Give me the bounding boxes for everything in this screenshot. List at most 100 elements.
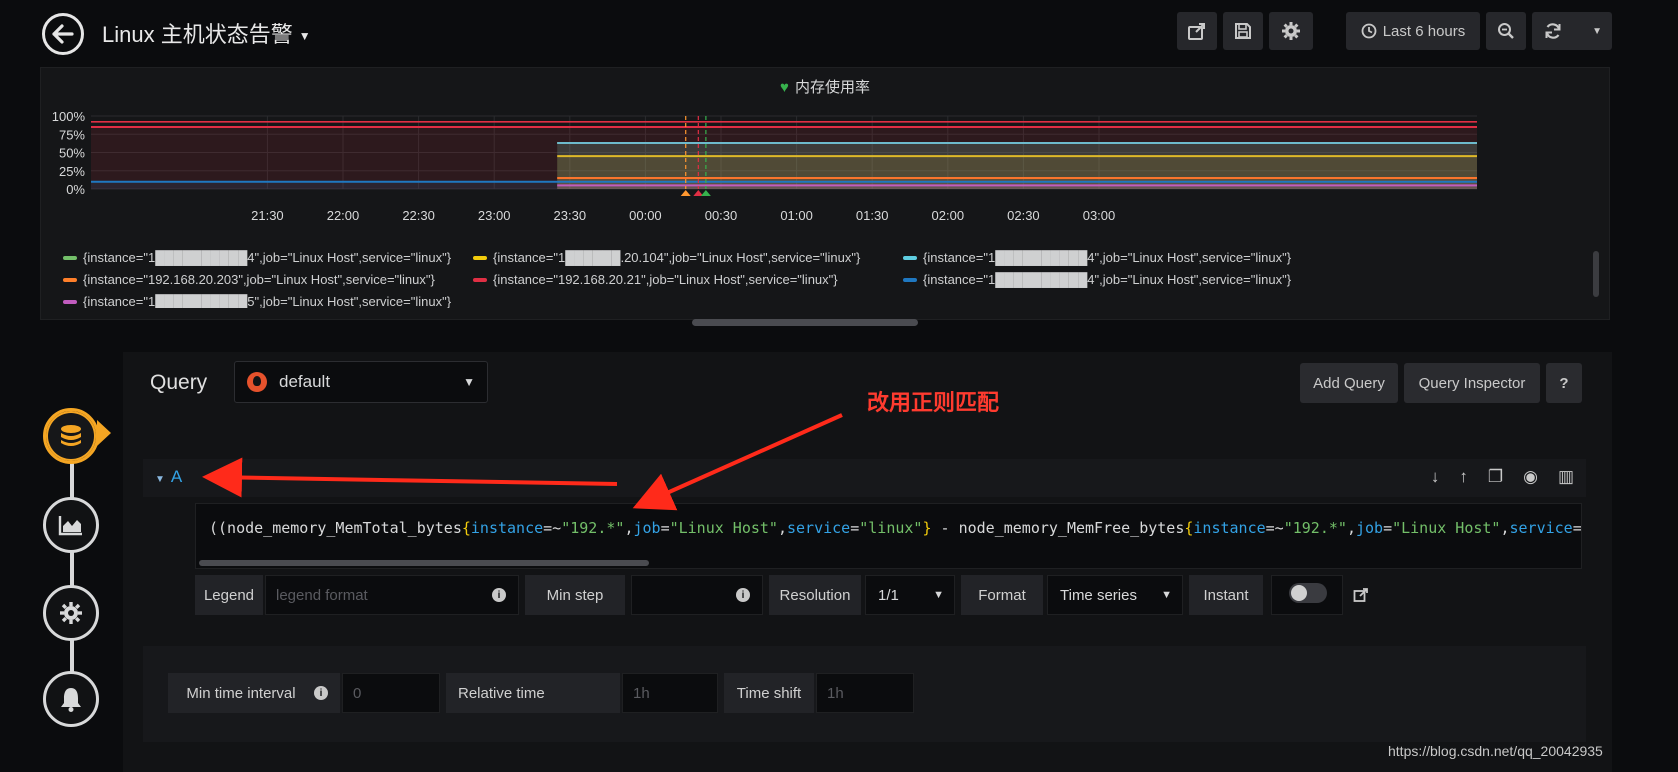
format-select[interactable]: Time series ▼ <box>1047 575 1183 615</box>
caret-down-icon: ▼ <box>1161 589 1172 601</box>
legend-item[interactable]: {instance="192.168.20.21",job="Linux Hos… <box>473 272 838 287</box>
refresh-button[interactable]: ▼ <box>1532 12 1612 50</box>
caret-down-icon: ▼ <box>1592 25 1602 37</box>
query-token: = <box>1383 519 1393 537</box>
legend-label: {instance="1██████████4",job="Linux Host… <box>923 272 1292 287</box>
legend-format-input[interactable]: legend format i <box>265 575 519 615</box>
x-tick-label: 00:00 <box>629 208 662 223</box>
prometheus-icon <box>247 372 267 392</box>
legend-label: {instance="1██████████4",job="Linux Host… <box>83 250 452 265</box>
relative-time-label: Relative time <box>446 673 620 713</box>
query-token: ((node_memory_MemTotal_bytes <box>209 519 462 537</box>
time-range-picker[interactable]: Last 6 hours <box>1346 12 1480 50</box>
datasource-select[interactable]: default ▼ <box>234 361 488 403</box>
panel-title[interactable]: ♥ 内存使用率 <box>41 76 1609 97</box>
bell-icon <box>61 688 81 712</box>
help-button[interactable]: ? <box>1546 363 1582 403</box>
y-tick-label: 100% <box>52 109 86 124</box>
x-tick-label: 02:00 <box>932 208 965 223</box>
query-token: , <box>1346 519 1356 537</box>
instant-toggle[interactable] <box>1289 583 1327 603</box>
min-step-label: Min step <box>525 575 625 615</box>
query-token: = <box>660 519 670 537</box>
visualization-tab[interactable] <box>43 497 99 553</box>
query-ref-toggle[interactable]: ▼ A <box>155 467 182 487</box>
x-tick-label: 22:30 <box>402 208 435 223</box>
query-token: "192.*" <box>561 519 625 537</box>
resolution-select[interactable]: 1/1 ▼ <box>865 575 955 615</box>
watermark: https://blog.csdn.net/qq_20042935 <box>1388 743 1603 759</box>
legend-item[interactable]: {instance="192.168.20.203",job="Linux Ho… <box>63 272 435 287</box>
zoom-out-button[interactable] <box>1486 12 1526 50</box>
save-button[interactable] <box>1223 12 1263 50</box>
move-down-icon[interactable]: ↓ <box>1431 467 1440 487</box>
external-link-icon[interactable] <box>1353 575 1379 615</box>
legend-label: {instance="1██████████5",job="Linux Host… <box>83 294 452 308</box>
legend-item[interactable]: {instance="1██████████4",job="Linux Host… <box>903 272 1291 287</box>
active-tab-pointer <box>97 420 111 446</box>
query-token: = <box>850 519 860 537</box>
caret-down-icon: ▼ <box>463 375 475 389</box>
caret-down-icon: ▼ <box>298 29 311 44</box>
query-expression-text: ((node_memory_MemTotal_bytes{instance=~"… <box>209 519 1581 537</box>
legend-item[interactable]: {instance="1██████████5",job="Linux Host… <box>63 294 451 308</box>
x-tick-label: 01:30 <box>856 208 889 223</box>
query-token: job <box>633 519 661 537</box>
add-query-button[interactable]: Add Query <box>1300 363 1398 403</box>
legend-item[interactable]: {instance="1██████.20.104",job="Linux Ho… <box>473 250 860 265</box>
time-shift-input[interactable]: 1h <box>816 673 914 713</box>
x-tick-label: 23:30 <box>554 208 587 223</box>
trash-icon[interactable]: ▥ <box>1558 467 1574 487</box>
legend-swatch <box>63 255 77 260</box>
panel-resize-handle[interactable] <box>692 319 918 326</box>
legend-label: {instance="1██████████4",job="Linux Host… <box>923 250 1292 265</box>
query-expression-input[interactable]: ((node_memory_MemTotal_bytes{instance=~"… <box>195 503 1582 569</box>
settings-button[interactable] <box>1269 12 1313 50</box>
legend-label: {instance="1██████.20.104",job="Linux Ho… <box>493 250 861 265</box>
x-tick-label: 03:00 <box>1083 208 1116 223</box>
query-token: instance <box>470 519 544 537</box>
legend-swatch <box>473 277 487 282</box>
general-settings-tab[interactable] <box>43 585 99 641</box>
legend-swatch <box>903 255 917 260</box>
min-step-input[interactable]: i <box>631 575 763 615</box>
move-up-icon[interactable]: ↑ <box>1459 467 1468 487</box>
legend-swatch <box>63 277 77 282</box>
arrow-left-icon <box>52 24 74 44</box>
dashboard-title[interactable]: Linux 主机状态告警 ▼ <box>102 17 311 49</box>
share-button[interactable] <box>1177 12 1217 50</box>
annotation-marker <box>680 190 691 196</box>
query-scrollbar[interactable] <box>199 560 649 566</box>
legend-scrollbar[interactable] <box>1593 251 1599 297</box>
relative-time-input[interactable]: 1h <box>622 673 718 713</box>
queries-tab[interactable] <box>43 408 99 464</box>
y-tick-label: 50% <box>59 146 85 161</box>
info-icon[interactable]: i <box>314 686 328 700</box>
query-token: "Linux Host" <box>1392 519 1501 537</box>
min-time-interval-input[interactable]: 0 <box>342 673 440 713</box>
alert-tab[interactable] <box>43 671 99 727</box>
x-tick-label: 21:30 <box>251 208 284 223</box>
query-token: , <box>1500 519 1510 537</box>
query-inspector-button[interactable]: Query Inspector <box>1404 363 1540 403</box>
info-icon[interactable]: i <box>736 588 750 602</box>
time-shift-label: Time shift <box>724 673 814 713</box>
query-token: instance <box>1193 519 1266 537</box>
duplicate-icon[interactable]: ❐ <box>1488 467 1503 487</box>
chart-area-icon <box>58 516 82 536</box>
legend-item[interactable]: {instance="1██████████4",job="Linux Host… <box>903 250 1291 265</box>
gear-icon <box>1282 22 1300 40</box>
annotation-marker <box>700 190 711 196</box>
query-row-header: ▼ A ↓ ↑ ❐ ◉ ▥ <box>143 459 1586 497</box>
y-tick-label: 25% <box>59 164 85 179</box>
cog-icon <box>60 602 82 624</box>
info-icon[interactable]: i <box>492 588 506 602</box>
series-area <box>91 126 1477 189</box>
eye-icon[interactable]: ◉ <box>1523 467 1538 487</box>
legend-swatch <box>63 299 77 304</box>
back-button[interactable] <box>42 13 84 55</box>
legend-item[interactable]: {instance="1██████████4",job="Linux Host… <box>63 250 451 265</box>
legend-label: {instance="192.168.20.203",job="Linux Ho… <box>83 272 435 287</box>
top-navbar: Linux 主机状态告警 ▼ Last 6 hours ▼ <box>0 0 1678 66</box>
search-minus-icon <box>1498 23 1514 39</box>
